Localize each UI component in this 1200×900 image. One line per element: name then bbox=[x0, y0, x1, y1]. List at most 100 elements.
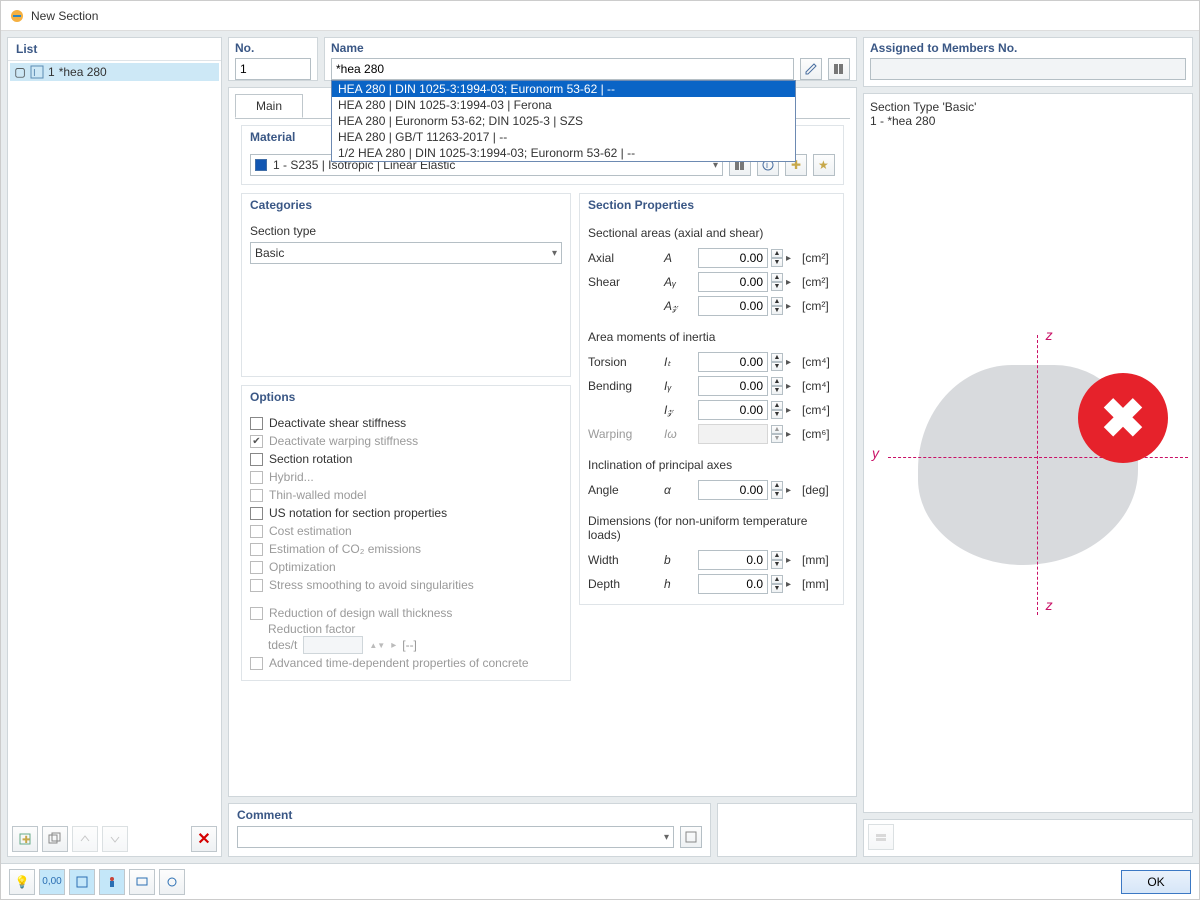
autocomplete-item[interactable]: HEA 280 | DIN 1025-3:1994-03 | Ferona bbox=[332, 97, 795, 113]
checkbox bbox=[250, 561, 263, 574]
tab-main[interactable]: Main bbox=[235, 94, 303, 118]
stepper[interactable]: ▲▼ bbox=[771, 249, 783, 267]
arrow-right-icon[interactable]: ▸ bbox=[786, 277, 796, 288]
option-row[interactable]: US notation for section properties bbox=[250, 504, 562, 522]
material-fav-button[interactable]: ★ bbox=[813, 154, 835, 176]
preview-tool-button[interactable] bbox=[868, 824, 894, 850]
checkbox bbox=[250, 489, 263, 502]
units-icon: 0,00 bbox=[42, 876, 61, 887]
section-type-combo[interactable]: Basic ▾ bbox=[250, 242, 562, 264]
move-up-button[interactable] bbox=[72, 826, 98, 852]
stepper[interactable]: ▲▼ bbox=[771, 481, 783, 499]
z-axis bbox=[1037, 335, 1038, 615]
property-unit: [cm²] bbox=[802, 251, 829, 265]
arrow-right-icon[interactable]: ▸ bbox=[786, 357, 796, 368]
option-row[interactable]: Section rotation bbox=[250, 450, 562, 468]
property-input[interactable] bbox=[698, 400, 768, 420]
autocomplete-item[interactable]: HEA 280 | DIN 1025-3:1994-03; Euronorm 5… bbox=[332, 81, 795, 97]
checkbox bbox=[250, 607, 263, 620]
assigned-input[interactable] bbox=[870, 58, 1186, 80]
property-input[interactable] bbox=[698, 574, 768, 594]
checkbox bbox=[250, 579, 263, 592]
props-subtitle: Sectional areas (axial and shear) bbox=[588, 226, 835, 240]
assigned-panel: Assigned to Members No. bbox=[863, 37, 1193, 87]
ok-button[interactable]: OK bbox=[1121, 870, 1191, 894]
tree-collapse-icon[interactable]: ▢ bbox=[14, 65, 26, 79]
help-button[interactable]: 💡 bbox=[9, 869, 35, 895]
option-row: Estimation of CO₂ emissions bbox=[250, 540, 562, 558]
option-label: Advanced time-dependent properties of co… bbox=[269, 656, 529, 670]
arrow-right-icon[interactable]: ▸ bbox=[786, 485, 796, 496]
reduction-input bbox=[303, 636, 363, 654]
option-label: Reduction of design wall thickness bbox=[269, 606, 452, 620]
arrow-right-icon[interactable]: ▸ bbox=[786, 555, 796, 566]
property-unit: [cm²] bbox=[802, 275, 829, 289]
arrow-right-icon[interactable]: ▸ bbox=[786, 579, 796, 590]
option-label: US notation for section properties bbox=[269, 506, 447, 520]
tabs-panel: Main Material 1 - S235 | Isotropic | Lin… bbox=[228, 87, 857, 797]
list-item-label: *hea 280 bbox=[59, 65, 107, 79]
stepper[interactable]: ▲▼ bbox=[771, 551, 783, 569]
option-row[interactable]: Deactivate shear stiffness bbox=[250, 414, 562, 432]
checkbox[interactable] bbox=[250, 507, 263, 520]
monitor-icon bbox=[135, 875, 149, 889]
property-input[interactable] bbox=[698, 272, 768, 292]
props-subtitle: Dimensions (for non-uniform temperature … bbox=[588, 514, 835, 542]
property-row: I𝓏▲▼▸[cm⁴] bbox=[588, 398, 835, 422]
units-button[interactable]: 0,00 bbox=[39, 869, 65, 895]
property-row: BendingIᵧ▲▼▸[cm⁴] bbox=[588, 374, 835, 398]
autocomplete-item[interactable]: HEA 280 | Euronorm 53-62; DIN 1025-3 | S… bbox=[332, 113, 795, 129]
property-input[interactable] bbox=[698, 550, 768, 570]
chevron-down-icon: ▾ bbox=[552, 248, 557, 259]
library-button[interactable] bbox=[828, 58, 850, 80]
comment-edit-button[interactable] bbox=[680, 826, 702, 848]
axis-label-z2: z bbox=[1046, 597, 1053, 613]
property-input[interactable] bbox=[698, 352, 768, 372]
property-row: TorsionIₜ▲▼▸[cm⁴] bbox=[588, 350, 835, 374]
property-input[interactable] bbox=[698, 376, 768, 396]
checkbox bbox=[250, 657, 263, 670]
name-input[interactable] bbox=[331, 58, 794, 80]
list-item[interactable]: ▢ I 1 *hea 280 bbox=[10, 63, 219, 81]
move-down-button[interactable] bbox=[102, 826, 128, 852]
view-button-1[interactable] bbox=[69, 869, 95, 895]
autocomplete-item[interactable]: 1/2 HEA 280 | DIN 1025-3:1994-03; Eurono… bbox=[332, 145, 795, 161]
property-input[interactable] bbox=[698, 480, 768, 500]
arrow-right-icon: ▸ bbox=[786, 429, 796, 440]
name-autocomplete-dropdown[interactable]: HEA 280 | DIN 1025-3:1994-03; Euronorm 5… bbox=[331, 80, 796, 162]
preview-canvas: y z z ✖ bbox=[870, 124, 1186, 806]
titlebar[interactable]: New Section bbox=[1, 1, 1199, 31]
stepper-icon: ▲▼ bbox=[369, 641, 385, 650]
new-item-button[interactable]: ✚ bbox=[12, 826, 38, 852]
property-unit: [mm] bbox=[802, 553, 829, 567]
option-label: Deactivate shear stiffness bbox=[269, 416, 406, 430]
autocomplete-item[interactable]: HEA 280 | GB/T 11263-2017 | -- bbox=[332, 129, 795, 145]
checkbox[interactable] bbox=[250, 453, 263, 466]
stepper[interactable]: ▲▼ bbox=[771, 401, 783, 419]
arrow-right-icon[interactable]: ▸ bbox=[786, 301, 796, 312]
edit-name-button[interactable] bbox=[800, 58, 822, 80]
stepper[interactable]: ▲▼ bbox=[771, 297, 783, 315]
star-icon: ★ bbox=[817, 158, 831, 172]
name-panel: Name HEA 280 | DIN 1025-3:1994-03; Euron… bbox=[324, 37, 857, 81]
no-input[interactable] bbox=[235, 58, 311, 80]
view-button-3[interactable] bbox=[129, 869, 155, 895]
section-properties-group: Section Properties Sectional areas (axia… bbox=[579, 193, 844, 605]
arrow-right-icon[interactable]: ▸ bbox=[786, 381, 796, 392]
property-input[interactable] bbox=[698, 248, 768, 268]
stepper[interactable]: ▲▼ bbox=[771, 353, 783, 371]
stepper[interactable]: ▲▼ bbox=[771, 377, 783, 395]
view-button-4[interactable] bbox=[159, 869, 185, 895]
arrow-right-icon[interactable]: ▸ bbox=[786, 405, 796, 416]
list-item-icon: I bbox=[30, 65, 44, 79]
delete-button[interactable]: ✕ bbox=[191, 826, 217, 852]
view-button-2[interactable] bbox=[99, 869, 125, 895]
arrow-right-icon[interactable]: ▸ bbox=[786, 253, 796, 264]
stepper[interactable]: ▲▼ bbox=[771, 273, 783, 291]
comment-combo[interactable]: ▾ bbox=[237, 826, 674, 848]
checkbox[interactable] bbox=[250, 417, 263, 430]
option-label: Hybrid... bbox=[269, 470, 314, 484]
property-input[interactable] bbox=[698, 296, 768, 316]
stepper[interactable]: ▲▼ bbox=[771, 575, 783, 593]
copy-item-button[interactable] bbox=[42, 826, 68, 852]
